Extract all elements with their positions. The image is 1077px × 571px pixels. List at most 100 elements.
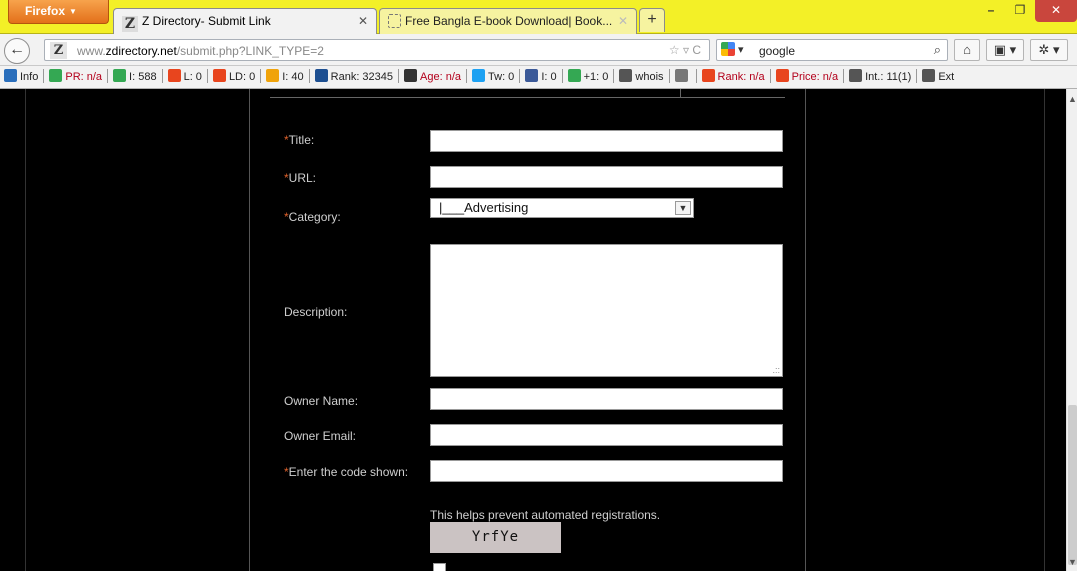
site-identity-icon[interactable]: Z (50, 42, 67, 59)
info-icon (4, 69, 17, 82)
tab-bangla-ebook[interactable]: Free Bangla E-book Download| Book... ✕ (379, 8, 637, 34)
toolbar-separator (107, 69, 109, 83)
seo-toolbar-item-label: Price: n/a (791, 71, 839, 83)
captcha-code-input[interactable] (430, 460, 783, 482)
url-label: *URL: (284, 171, 316, 185)
url-input[interactable] (430, 166, 783, 188)
description-textarea[interactable]: .:: (430, 244, 783, 377)
zdirectory-favicon-icon: Z (122, 16, 138, 32)
page-content: *Title: *URL: *Category: |___Advertising… (0, 89, 1066, 571)
category-select[interactable]: |___Advertising ▼ (430, 198, 694, 218)
seo-toolbar-item[interactable]: I: 588 (113, 66, 157, 88)
close-window-button[interactable]: ✕ (1035, 0, 1077, 22)
address-bar[interactable]: Z www.zdirectory.net/submit.php?LINK_TYP… (44, 39, 710, 61)
toolbar-separator (769, 69, 771, 83)
scroll-up-icon[interactable]: ▲ (1068, 94, 1077, 104)
google-engine-icon[interactable]: ▾ (721, 42, 749, 59)
seo-toolbar-item[interactable]: Ext (922, 66, 954, 88)
captcha-code-label: *Enter the code shown: (284, 465, 408, 479)
bookmarks-button[interactable]: ▣ ▾ (986, 39, 1024, 61)
close-tab-icon[interactable]: ✕ (618, 14, 628, 28)
alexa-icon (314, 69, 328, 82)
owner-email-input[interactable] (430, 424, 783, 446)
seo-toolbar-item[interactable]: Price: n/a (775, 66, 839, 88)
seo-toolbar-item-label: +1: 0 (583, 71, 609, 83)
owner-name-label-text: Owner Name: (284, 394, 359, 408)
divider (270, 97, 785, 98)
url-host: zdirectory.net (105, 44, 177, 58)
submit-form-panel: *Title: *URL: *Category: |___Advertising… (249, 89, 806, 571)
url-text[interactable]: www.zdirectory.net/submit.php?LINK_TYPE=… (77, 44, 324, 58)
captcha-image: YrfYe (430, 522, 561, 553)
yahoo-icon (212, 69, 226, 82)
seo-toolbar-item-label: PR: n/a (65, 71, 103, 83)
yahoo-icon (167, 69, 181, 82)
seo-toolbar-item-label: I: 0 (541, 71, 557, 83)
home-button[interactable]: ⌂ (954, 39, 980, 61)
seo-toolbar-item[interactable]: Rank: 32345 (314, 66, 394, 88)
scroll-down-icon[interactable]: ▼ (1068, 557, 1077, 567)
seo-toolbar-item[interactable]: I: 0 (525, 66, 557, 88)
tab-title: Z Directory- Submit Link (142, 14, 271, 28)
source-icon (674, 69, 688, 82)
seo-toolbar-item[interactable]: Int.: 11(1) (849, 66, 911, 88)
firefox-menu-label: Firefox (25, 4, 66, 18)
new-tab-button[interactable]: + (639, 8, 665, 32)
seo-toolbar-item[interactable]: whois (619, 66, 664, 88)
back-button[interactable]: ← (4, 38, 30, 64)
seo-toolbar-item[interactable]: Tw: 0 (472, 66, 514, 88)
firefox-menu-button[interactable]: Firefox ▼ (8, 0, 109, 24)
chevron-down-icon[interactable]: ▼ (675, 201, 691, 215)
toolbar-separator (260, 69, 262, 83)
owner-name-input[interactable] (430, 388, 783, 410)
checkbox[interactable] (433, 563, 446, 571)
resize-grip-icon[interactable]: .:: (772, 365, 780, 375)
tab-title: Free Bangla E-book Download| Book... (405, 14, 613, 28)
toolbar-separator (161, 69, 163, 83)
scrollbar-thumb[interactable] (1068, 405, 1077, 565)
blank-page-favicon-icon (388, 14, 401, 28)
toolbar-separator (668, 69, 670, 83)
addon-button[interactable]: ✲ ▾ (1030, 39, 1068, 61)
seo-toolbar-item-label: I: 40 (282, 71, 304, 83)
toolbar-separator (308, 69, 310, 83)
seo-toolbar-item[interactable]: Rank: n/a (701, 66, 765, 88)
toolbar-separator (398, 69, 400, 83)
tab-submit-link[interactable]: Z Z Directory- Submit Link ✕ (113, 8, 377, 34)
seo-toolbar-item-label: whois (635, 71, 664, 83)
search-bar[interactable]: ▾ google ⌕ (716, 39, 948, 61)
divider (1044, 89, 1045, 571)
navigation-bar: ← Z www.zdirectory.net/submit.php?LINK_T… (0, 34, 1077, 66)
seo-toolbar-item-label: I: 588 (129, 71, 157, 83)
bookmark-star-icon[interactable]: ☆ ▿ C (669, 43, 701, 57)
seo-toolbar: Info PR: n/a I: 588 L: 0 LD: 0 I: 40 Rank: 323… (0, 66, 1077, 89)
toolbar-separator (206, 69, 208, 83)
twitter-icon (472, 69, 486, 82)
search-input[interactable]: google (759, 44, 795, 58)
search-icon[interactable]: ⌕ (934, 42, 941, 58)
seo-toolbar-item[interactable]: I: 40 (266, 66, 304, 88)
maximize-button[interactable]: ❐ (1007, 0, 1033, 22)
description-label: Description: (284, 305, 347, 319)
captcha-code-label-text: Enter the code shown: (288, 465, 409, 479)
category-label: *Category: (284, 210, 341, 224)
vertical-scrollbar[interactable]: ▲ ▼ (1066, 89, 1077, 571)
seo-toolbar-item-label: LD: 0 (228, 71, 256, 83)
close-tab-icon[interactable]: ✕ (358, 14, 368, 28)
seo-toolbar-item[interactable]: LD: 0 (212, 66, 256, 88)
seo-toolbar-item[interactable]: PR: n/a (49, 66, 102, 88)
toolbar-separator (916, 69, 918, 83)
seo-toolbar-item[interactable]: L: 0 (167, 66, 202, 88)
google-icon (567, 69, 581, 82)
seo-toolbar-item[interactable] (674, 66, 691, 88)
seo-toolbar-item[interactable]: Info (4, 66, 38, 88)
toolbar-separator (43, 69, 45, 83)
seo-toolbar-item-label: Rank: 32345 (330, 71, 394, 83)
toolbar-separator (695, 69, 697, 83)
minimize-button[interactable]: – (977, 0, 1005, 22)
seo-toolbar-item[interactable]: Age: n/a (404, 66, 461, 88)
price-icon (775, 69, 789, 82)
seo-toolbar-item[interactable]: +1: 0 (567, 66, 609, 88)
title-input[interactable] (430, 130, 783, 152)
url-label-text: URL: (288, 171, 317, 185)
